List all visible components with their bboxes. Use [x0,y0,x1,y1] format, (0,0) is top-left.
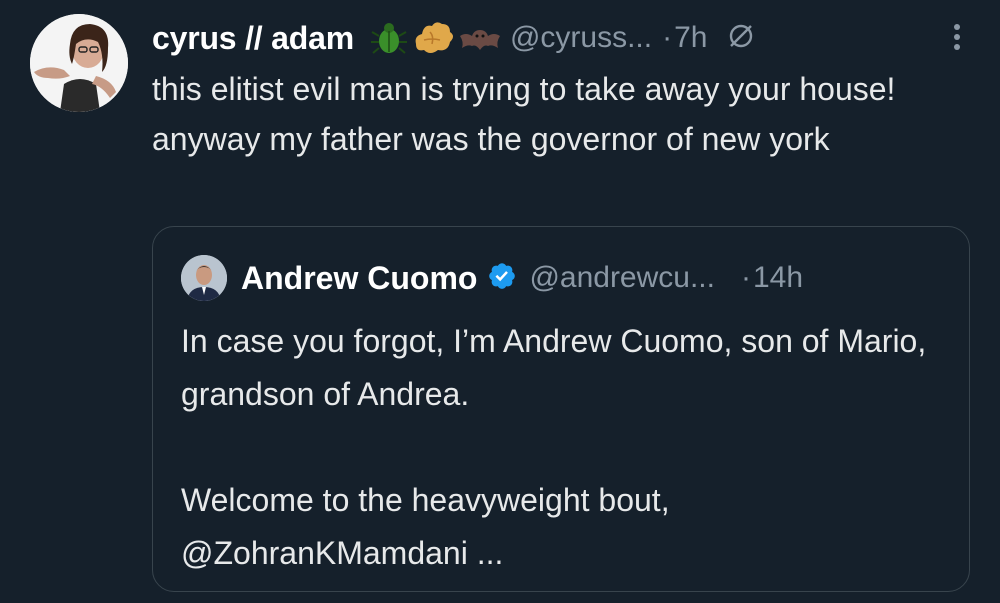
quoted-tweet[interactable]: Andrew Cuomo @andrewcu... · 14h In case … [152,226,970,592]
quoted-tweet-header: Andrew Cuomo @andrewcu... · 14h [181,253,803,303]
header-separator: · [662,21,673,54]
quoted-header-separator: · [740,261,751,294]
quoted-paragraph-1: In case you forgot, I’m Andrew Cuomo, so… [181,323,927,412]
author-avatar[interactable] [30,14,128,112]
bat-icon [459,30,500,50]
ginger-icon [415,22,453,53]
quoted-paragraph-2: Welcome to the heavyweight bout, @Zohran… [181,482,670,571]
quoted-author-handle[interactable]: @andrewcu... [529,261,715,295]
quoted-author-avatar[interactable] [181,255,227,301]
quoted-author-name[interactable]: Andrew Cuomo [241,260,477,297]
tweet-header: cyrus // adam @cyruss... · 7h [152,14,982,62]
quoted-tweet-text: In case you forgot, I’m Andrew Cuomo, so… [181,315,951,580]
tweet[interactable]: cyrus // adam @cyruss... · 7h this eliti… [0,0,1000,603]
tweet-text: this elitist evil man is trying to take … [152,71,896,157]
author-name[interactable]: cyrus // adam [152,20,354,57]
verified-badge-icon [487,261,517,296]
timestamp[interactable]: 7h [674,21,707,55]
beetle-icon [370,23,407,54]
author-emojis [368,18,502,58]
more-options-icon[interactable] [952,22,962,57]
muted-reply-icon [727,22,755,55]
author-handle[interactable]: @cyruss... [510,21,652,55]
quoted-timestamp[interactable]: 14h [753,261,803,295]
